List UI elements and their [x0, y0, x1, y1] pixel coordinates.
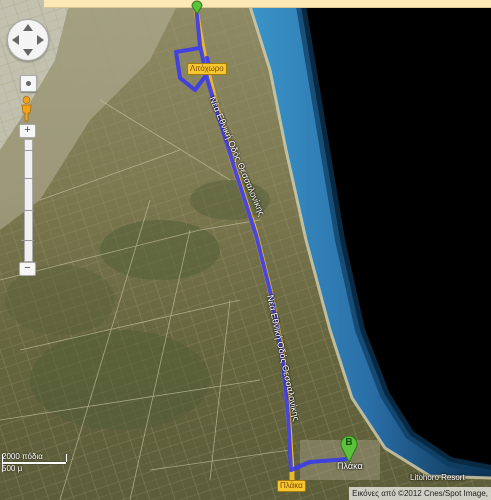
dot-icon — [26, 81, 31, 86]
town-label-bottom[interactable]: Πλάκα — [277, 480, 306, 492]
destination-marker-b[interactable]: B — [340, 436, 358, 462]
scale-bar: 2000 πόδια 500 μ — [2, 452, 68, 474]
zoom-tick — [21, 210, 34, 211]
zoom-out-button[interactable]: − — [19, 262, 36, 276]
map-viewport[interactable]: Λιτόχωρο Πλάκα Νέα Εθνική Οδός Θεσσαλονί… — [0, 0, 491, 500]
pan-right-icon[interactable] — [37, 35, 44, 45]
route-overlay — [174, 4, 350, 490]
route-start-marker[interactable] — [191, 0, 203, 14]
pegman-icon[interactable] — [18, 96, 35, 122]
plus-icon: + — [24, 124, 31, 136]
minus-icon: − — [24, 262, 31, 274]
zoom-in-button[interactable]: + — [19, 124, 36, 138]
marker-letter: B — [345, 437, 353, 448]
imagery-copyright[interactable]: Εικόνες από ©2012 Cnes/Spot Image, — [349, 487, 491, 500]
pan-up-icon[interactable] — [23, 24, 33, 31]
pan-control[interactable] — [7, 19, 49, 61]
scale-label-feet: 2000 πόδια — [2, 452, 43, 461]
zoom-slider-track[interactable] — [24, 139, 33, 262]
reset-view-button[interactable] — [20, 75, 37, 92]
place-label-resort: Litohoro Resort — [410, 473, 465, 482]
town-label-top[interactable]: Λιτόχωρο — [187, 63, 227, 75]
pan-left-icon[interactable] — [12, 35, 19, 45]
place-label-plaka: Πλάκα — [337, 461, 363, 471]
scale-label-meters: 500 μ — [2, 464, 23, 473]
pan-down-icon[interactable] — [23, 49, 33, 56]
scale-tick-right — [66, 454, 67, 462]
zoom-level-handle[interactable] — [21, 178, 34, 179]
zoom-tick — [21, 240, 34, 241]
zoom-tick — [21, 150, 34, 151]
